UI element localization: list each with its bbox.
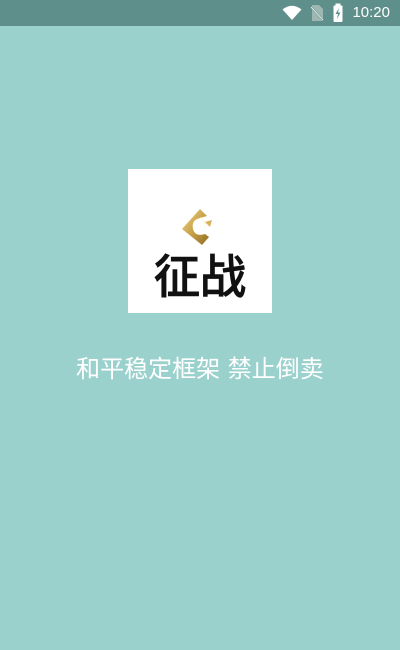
no-sim-icon — [310, 4, 325, 22]
status-bar: 10:20 — [0, 0, 400, 26]
battery-charging-icon — [332, 3, 344, 23]
status-icons: 10:20 — [282, 0, 390, 26]
wifi-icon — [282, 5, 302, 21]
logo-text: 征战 — [154, 250, 246, 304]
logo-emblem-icon — [178, 205, 222, 249]
app-logo: 征战 — [128, 169, 272, 313]
status-time: 10:20 — [352, 4, 390, 21]
splash-tagline: 和平稳定框架 禁止倒卖 — [76, 355, 324, 383]
